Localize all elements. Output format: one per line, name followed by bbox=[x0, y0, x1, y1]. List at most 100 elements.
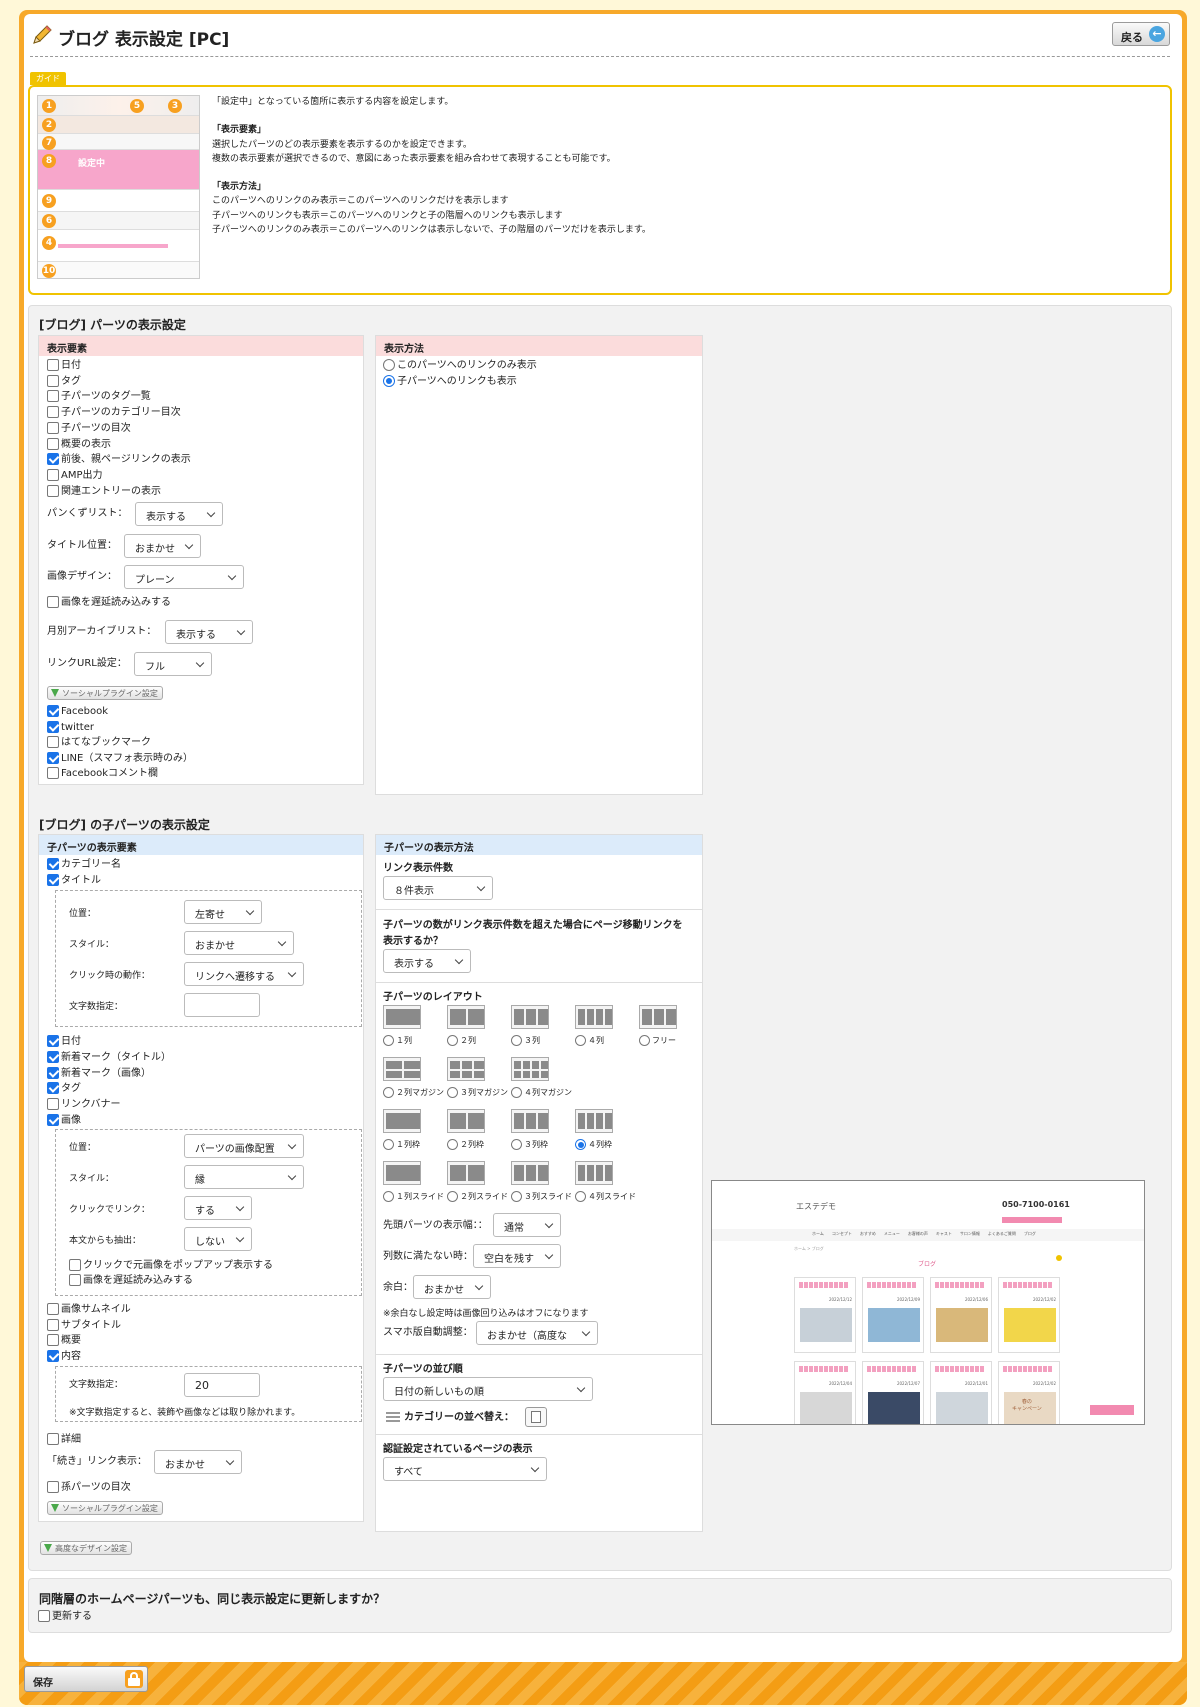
grandchild-checkbox-row[interactable]: 孫パーツの目次 bbox=[47, 1481, 131, 1495]
child-element-row[interactable]: カテゴリー名 bbox=[47, 858, 121, 872]
title-option-select[interactable]: おまかせ bbox=[184, 931, 294, 955]
element-row[interactable]: 子パーツのタグ一覧 bbox=[47, 390, 151, 404]
element-row[interactable]: 概要の表示 bbox=[47, 437, 111, 452]
link-count-select[interactable]: ８件表示 bbox=[383, 876, 493, 900]
child-element-checkbox[interactable] bbox=[47, 1303, 59, 1315]
element-row[interactable]: 子パーツのカテゴリー目次 bbox=[47, 406, 181, 420]
child-element-checkbox[interactable] bbox=[47, 1318, 59, 1331]
layout-radio[interactable] bbox=[511, 1035, 522, 1046]
social-row[interactable]: はてなブックマーク bbox=[47, 736, 151, 750]
child-element-row[interactable]: 画像サムネイル bbox=[47, 1303, 131, 1317]
layout-radio[interactable] bbox=[383, 1139, 394, 1150]
social-checkbox[interactable] bbox=[47, 767, 59, 779]
title-option-select[interactable]: 左寄せ bbox=[184, 900, 262, 924]
child-element-checkbox[interactable] bbox=[47, 858, 59, 870]
element-checkbox[interactable] bbox=[47, 374, 59, 387]
layout-option[interactable]: ２列スライド bbox=[447, 1191, 508, 1202]
child-element-checkbox[interactable] bbox=[47, 874, 59, 886]
layout-12-icon[interactable] bbox=[383, 1161, 421, 1185]
child-element-row[interactable]: 画像 bbox=[47, 1114, 81, 1128]
layout-option[interactable]: ４列 bbox=[575, 1035, 604, 1046]
image-option-checkbox[interactable] bbox=[69, 1274, 81, 1286]
short-columns-select[interactable]: 空白を残す bbox=[473, 1244, 561, 1268]
child-element-checkbox[interactable] bbox=[47, 1349, 59, 1362]
social-row[interactable]: Facebook bbox=[47, 705, 108, 719]
layout-option[interactable]: ２列枠 bbox=[447, 1139, 484, 1150]
layout-option[interactable]: ４列マガジン bbox=[511, 1087, 572, 1098]
advanced-design-button[interactable]: 高度なデザイン設定 bbox=[40, 1541, 132, 1555]
social-checkbox[interactable] bbox=[47, 720, 59, 733]
child-element-checkbox[interactable] bbox=[47, 1334, 59, 1346]
paging-select[interactable]: 表示する bbox=[383, 949, 471, 973]
element-checkbox[interactable] bbox=[47, 453, 59, 466]
child-element-row[interactable]: サブタイトル bbox=[47, 1318, 121, 1333]
layout-option[interactable]: ４列スライド bbox=[575, 1191, 636, 1202]
image-option-row[interactable]: 画像を遅延読み込みする bbox=[69, 1274, 193, 1288]
breadcrumb-select[interactable]: 表示する bbox=[135, 502, 223, 526]
child-element-row[interactable]: 概要 bbox=[47, 1334, 81, 1348]
child-element-row[interactable]: 新着マーク（画像） bbox=[47, 1066, 151, 1081]
layout-radio[interactable] bbox=[383, 1035, 394, 1046]
layout-2-icon[interactable] bbox=[511, 1005, 549, 1029]
element-checkbox[interactable] bbox=[47, 359, 59, 371]
layout-radio[interactable] bbox=[575, 1191, 586, 1202]
layout-14-icon[interactable] bbox=[511, 1161, 549, 1185]
title-option-input[interactable] bbox=[184, 993, 260, 1017]
child-social-plugin-button[interactable]: ソーシャルプラグイン設定 bbox=[47, 1501, 163, 1515]
layout-radio[interactable] bbox=[511, 1139, 522, 1150]
sync-checkbox[interactable] bbox=[38, 1610, 50, 1622]
element-row[interactable]: タグ bbox=[47, 374, 81, 389]
layout-option[interactable]: ３列スライド bbox=[511, 1191, 572, 1202]
save-button[interactable]: 保存 bbox=[24, 1666, 148, 1692]
image-option-checkbox[interactable] bbox=[69, 1259, 81, 1271]
more-link-select[interactable]: おまかせ bbox=[154, 1450, 242, 1474]
lazy-load-checkbox[interactable] bbox=[47, 596, 59, 608]
child-element-row[interactable]: リンクバナー bbox=[47, 1098, 121, 1112]
layout-0-icon[interactable] bbox=[383, 1005, 421, 1029]
element-row[interactable]: 関連エントリーの表示 bbox=[47, 484, 161, 499]
layout-option[interactable]: １列枠 bbox=[383, 1139, 420, 1150]
margin-select[interactable]: おまかせ bbox=[413, 1275, 491, 1299]
element-row[interactable]: 日付 bbox=[47, 359, 81, 373]
layout-radio[interactable] bbox=[447, 1191, 458, 1202]
social-plugin-button[interactable]: ソーシャルプラグイン設定 bbox=[47, 686, 163, 700]
layout-radio[interactable] bbox=[447, 1087, 458, 1098]
layout-radio[interactable] bbox=[383, 1191, 394, 1202]
image-design-select[interactable]: プレーン bbox=[124, 565, 244, 589]
layout-8-icon[interactable] bbox=[383, 1109, 421, 1133]
layout-3-icon[interactable] bbox=[575, 1005, 613, 1029]
social-checkbox[interactable] bbox=[47, 705, 59, 717]
child-element-row[interactable]: 内容 bbox=[47, 1349, 81, 1364]
layout-radio[interactable] bbox=[447, 1035, 458, 1046]
sp-adjust-select[interactable]: おまかせ（高度な bbox=[476, 1321, 598, 1345]
layout-11-icon[interactable] bbox=[575, 1109, 613, 1133]
layout-option[interactable]: フリー bbox=[639, 1035, 676, 1046]
detail-checkbox[interactable] bbox=[47, 1433, 59, 1445]
child-element-checkbox[interactable] bbox=[47, 1082, 59, 1095]
layout-option[interactable]: ２列マガジン bbox=[383, 1087, 444, 1098]
back-button[interactable]: 戻る ← bbox=[1112, 22, 1170, 46]
child-element-checkbox[interactable] bbox=[47, 1066, 59, 1079]
title-position-select[interactable]: おまかせ bbox=[124, 534, 201, 558]
child-element-checkbox[interactable] bbox=[47, 1098, 59, 1111]
element-checkbox[interactable] bbox=[47, 437, 59, 450]
method-radio[interactable] bbox=[383, 375, 395, 387]
layout-radio[interactable] bbox=[383, 1087, 394, 1098]
archive-select[interactable]: 表示する bbox=[165, 620, 253, 644]
layout-option[interactable]: ２列 bbox=[447, 1035, 476, 1046]
layout-4-icon[interactable] bbox=[639, 1005, 677, 1029]
layout-radio[interactable] bbox=[511, 1191, 522, 1202]
detail-checkbox-row[interactable]: 詳細 bbox=[47, 1433, 81, 1447]
element-checkbox[interactable] bbox=[47, 468, 59, 481]
content-length-input[interactable]: 20 bbox=[184, 1373, 260, 1397]
social-row[interactable]: twitter bbox=[47, 720, 94, 735]
method-radio[interactable] bbox=[383, 359, 395, 371]
social-checkbox[interactable] bbox=[47, 751, 59, 764]
layout-option[interactable]: ４列枠 bbox=[575, 1139, 612, 1150]
child-element-checkbox[interactable] bbox=[47, 1114, 59, 1126]
layout-radio[interactable] bbox=[575, 1139, 586, 1150]
layout-15-icon[interactable] bbox=[575, 1161, 613, 1185]
image-option-select[interactable]: する bbox=[184, 1196, 252, 1220]
social-checkbox[interactable] bbox=[47, 736, 59, 748]
layout-option[interactable]: １列 bbox=[383, 1035, 412, 1046]
